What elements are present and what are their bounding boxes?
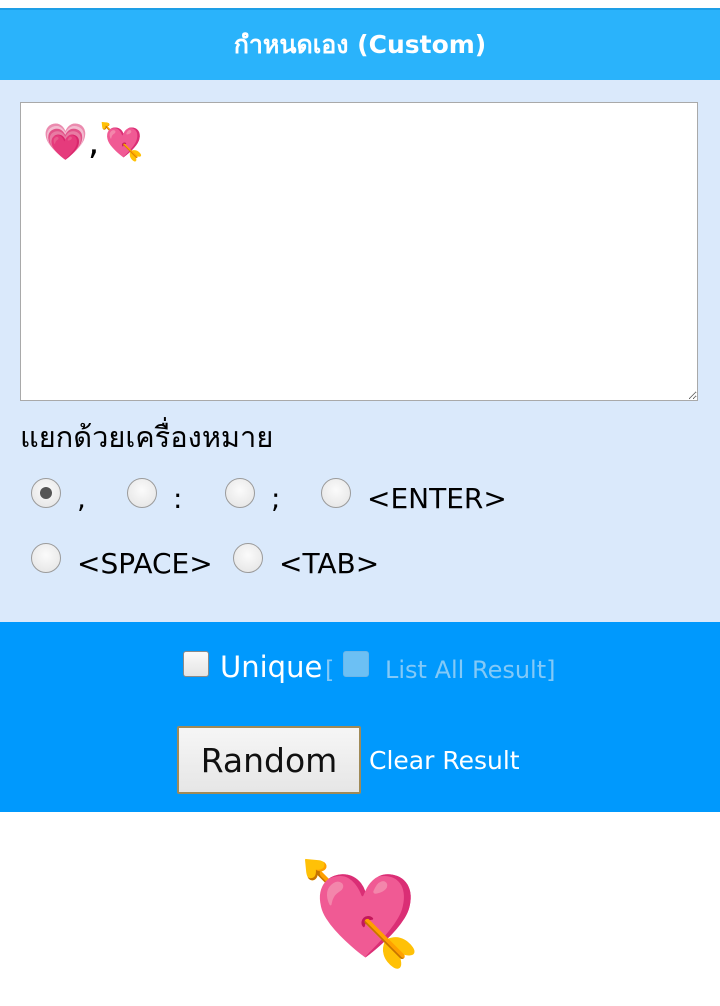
- radio-button-semicolon[interactable]: [225, 477, 255, 508]
- separator-label: แยกด้วยเครื่องหมาย: [20, 420, 274, 454]
- radio-button-space[interactable]: [31, 542, 61, 573]
- separator-option-comma[interactable]: ,: [31, 476, 86, 515]
- custom-items-textarea[interactable]: 💗,💘: [20, 102, 698, 401]
- radio-label-comma: ,: [77, 482, 86, 515]
- controls-panel: Unique [ List All Result] Random Clear R…: [0, 622, 720, 812]
- radio-label-semicolon: ;: [271, 482, 281, 515]
- section-header: กำหนดเอง (Custom): [0, 8, 720, 80]
- radio-label-enter: <ENTER>: [367, 482, 507, 515]
- clear-result-link[interactable]: Clear Result: [369, 746, 520, 775]
- unique-checkbox[interactable]: [183, 651, 209, 677]
- radio-button-comma[interactable]: [31, 477, 61, 508]
- radio-label-colon: :: [173, 482, 183, 515]
- top-strip: [0, 0, 720, 8]
- unique-label[interactable]: Unique: [220, 650, 322, 684]
- separator-option-space[interactable]: <SPACE>: [31, 541, 213, 580]
- list-all-label[interactable]: List All Result]: [385, 656, 555, 684]
- radio-button-colon[interactable]: [127, 477, 157, 508]
- separator-option-enter[interactable]: <ENTER>: [321, 476, 507, 515]
- list-all-bracket: [: [325, 656, 335, 684]
- random-button[interactable]: Random: [177, 726, 361, 794]
- custom-input-panel: 💗,💘 แยกด้วยเครื่องหมาย , : ; <ENTER> <SP…: [0, 80, 720, 622]
- radio-button-tab[interactable]: [233, 542, 263, 573]
- list-all-checkbox[interactable]: [343, 651, 369, 677]
- radio-label-tab: <TAB>: [279, 547, 380, 580]
- separator-option-colon[interactable]: :: [127, 476, 182, 515]
- separator-option-semicolon[interactable]: ;: [225, 476, 280, 515]
- section-title: กำหนดเอง (Custom): [233, 30, 487, 59]
- random-result: 💘: [297, 855, 423, 972]
- radio-label-space: <SPACE>: [77, 547, 213, 580]
- radio-button-enter[interactable]: [321, 477, 351, 508]
- result-area: 💘: [0, 812, 720, 1006]
- separator-option-tab[interactable]: <TAB>: [233, 541, 379, 580]
